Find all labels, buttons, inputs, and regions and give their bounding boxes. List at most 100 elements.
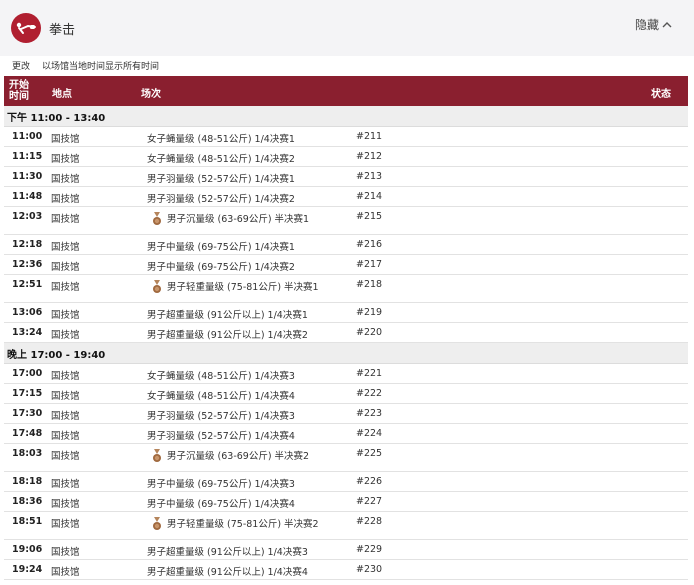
table-row[interactable]: 11:00 国技馆 女子蝇量级 (48-51公斤) 1/4决赛1 #211	[4, 127, 688, 147]
venue: 国技馆	[51, 282, 80, 293]
sport-header: 拳击 隐藏	[0, 0, 694, 56]
event-name: 女子蝇量级 (48-51公斤) 1/4决赛1	[147, 134, 295, 145]
venue: 国技馆	[51, 310, 80, 321]
venue: 国技馆	[51, 242, 80, 253]
table-row[interactable]: 11:30 国技馆 男子羽量级 (52-57公斤) 1/4决赛1 #213	[4, 167, 688, 187]
start-time: 19:24	[12, 564, 43, 575]
chevron-up-icon	[662, 22, 672, 28]
event-number: #228	[356, 516, 383, 527]
start-time: 17:00	[12, 368, 43, 379]
event-number: #230	[356, 564, 383, 575]
table-row[interactable]: 12:18 国技馆 男子中量级 (69-75公斤) 1/4决赛1 #216	[4, 235, 688, 255]
table-row[interactable]: 19:24 国技馆 男子超重量级 (91公斤以上) 1/4决赛4 #230	[4, 560, 688, 580]
start-time: 17:30	[12, 408, 43, 419]
event-name: 男子羽量级 (52-57公斤) 1/4决赛2	[147, 194, 295, 205]
event-cell: 男子羽量级 (52-57公斤) 1/4决赛4	[147, 428, 295, 442]
medal-icon	[152, 280, 162, 294]
boxing-pictogram-icon	[11, 13, 41, 43]
change-link[interactable]: 更改	[12, 59, 30, 72]
venue: 国技馆	[51, 499, 80, 510]
start-time: 17:48	[12, 428, 43, 439]
event-cell: 女子蝇量级 (48-51公斤) 1/4决赛3	[147, 368, 295, 382]
event-name: 女子蝇量级 (48-51公斤) 1/4决赛4	[147, 391, 295, 402]
column-venue: 地点	[52, 89, 72, 100]
start-time: 12:18	[12, 239, 43, 250]
table-row[interactable]: 18:18 国技馆 男子中量级 (69-75公斤) 1/4决赛3 #226	[4, 472, 688, 492]
start-time: 19:06	[12, 544, 43, 555]
event-number: #223	[356, 408, 383, 419]
event-cell: 男子轻重量级 (75-81公斤) 半决赛2	[152, 516, 319, 531]
table-row[interactable]: 18:36 国技馆 男子中量级 (69-75公斤) 1/4决赛4 #227	[4, 492, 688, 512]
table-row[interactable]: 19:06 国技馆 男子超重量级 (91公斤以上) 1/4决赛3 #229	[4, 540, 688, 560]
event-cell: 女子蝇量级 (48-51公斤) 1/4决赛2	[147, 151, 295, 165]
table-row[interactable]: 11:48 国技馆 男子羽量级 (52-57公斤) 1/4决赛2 #214	[4, 187, 688, 207]
event-name: 男子羽量级 (52-57公斤) 1/4决赛3	[147, 411, 295, 422]
event-cell: 男子超重量级 (91公斤以上) 1/4决赛4	[147, 564, 308, 578]
event-cell: 男子羽量级 (52-57公斤) 1/4决赛2	[147, 191, 295, 205]
venue: 国技馆	[51, 154, 80, 165]
event-number: #221	[356, 368, 383, 379]
event-number: #220	[356, 327, 383, 338]
session-header: 晚上 17:00 - 19:40	[4, 343, 688, 364]
venue: 国技馆	[51, 194, 80, 205]
start-time: 12:03	[12, 211, 43, 222]
start-time: 18:36	[12, 496, 43, 507]
event-name: 男子超重量级 (91公斤以上) 1/4决赛2	[147, 330, 308, 341]
event-cell: 男子超重量级 (91公斤以上) 1/4决赛3	[147, 544, 308, 558]
table-row[interactable]: 12:36 国技馆 男子中量级 (69-75公斤) 1/4决赛2 #217	[4, 255, 688, 275]
start-time: 18:51	[12, 516, 43, 527]
event-number: #218	[356, 279, 383, 290]
table-row[interactable]: 17:15 国技馆 女子蝇量级 (48-51公斤) 1/4决赛4 #222	[4, 384, 688, 404]
event-number: #211	[356, 131, 383, 142]
event-name: 男子轻重量级 (75-81公斤) 半决赛2	[167, 519, 319, 530]
event-number: #217	[356, 259, 383, 270]
table-row[interactable]: 17:00 国技馆 女子蝇量级 (48-51公斤) 1/4决赛3 #221	[4, 364, 688, 384]
event-number: #213	[356, 171, 383, 182]
table-row[interactable]: 12:03 国技馆 男子沉量级 (63-69公斤) 半决赛1 #215	[4, 207, 688, 235]
event-cell: 男子羽量级 (52-57公斤) 1/4决赛3	[147, 408, 295, 422]
event-name: 男子中量级 (69-75公斤) 1/4决赛3	[147, 479, 295, 490]
start-time: 12:51	[12, 279, 43, 290]
table-row[interactable]: 12:51 国技馆 男子轻重量级 (75-81公斤) 半决赛1 #218	[4, 275, 688, 303]
event-name: 女子蝇量级 (48-51公斤) 1/4决赛2	[147, 154, 295, 165]
event-number: #226	[356, 476, 383, 487]
table-row[interactable]: 18:51 国技馆 男子轻重量级 (75-81公斤) 半决赛2 #228	[4, 512, 688, 540]
venue: 国技馆	[51, 174, 80, 185]
medal-icon	[152, 517, 162, 531]
column-event: 场次	[141, 89, 161, 100]
table-row[interactable]: 11:15 国技馆 女子蝇量级 (48-51公斤) 1/4决赛2 #212	[4, 147, 688, 167]
start-time: 13:24	[12, 327, 43, 338]
event-number: #229	[356, 544, 383, 555]
event-name: 男子沉量级 (63-69公斤) 半决赛2	[167, 451, 310, 462]
venue: 国技馆	[51, 451, 80, 462]
table-row[interactable]: 18:03 国技馆 男子沉量级 (63-69公斤) 半决赛2 #225	[4, 444, 688, 472]
event-name: 男子超重量级 (91公斤以上) 1/4决赛4	[147, 567, 308, 578]
event-cell: 男子中量级 (69-75公斤) 1/4决赛2	[147, 259, 295, 273]
start-time: 11:15	[12, 151, 43, 162]
event-name: 男子中量级 (69-75公斤) 1/4决赛4	[147, 499, 295, 510]
event-name: 男子超重量级 (91公斤以上) 1/4决赛3	[147, 547, 308, 558]
event-cell: 男子沉量级 (63-69公斤) 半决赛1	[152, 211, 309, 226]
venue: 国技馆	[51, 330, 80, 341]
event-number: #212	[356, 151, 383, 162]
column-status: 状态	[651, 89, 671, 100]
time-options-bar: 更改 以场馆当地时间显示所有时间	[0, 56, 694, 74]
start-time: 11:00	[12, 131, 43, 142]
event-number: #216	[356, 239, 383, 250]
table-row[interactable]: 17:48 国技馆 男子羽量级 (52-57公斤) 1/4决赛4 #224	[4, 424, 688, 444]
venue: 国技馆	[51, 411, 80, 422]
start-time: 12:36	[12, 259, 43, 270]
event-cell: 男子超重量级 (91公斤以上) 1/4决赛1	[147, 307, 308, 321]
start-time: 13:06	[12, 307, 43, 318]
event-cell: 男子中量级 (69-75公斤) 1/4决赛1	[147, 239, 295, 253]
table-row[interactable]: 17:30 国技馆 男子羽量级 (52-57公斤) 1/4决赛3 #223	[4, 404, 688, 424]
event-cell: 男子中量级 (69-75公斤) 1/4决赛3	[147, 476, 295, 490]
table-row[interactable]: 13:24 国技馆 男子超重量级 (91公斤以上) 1/4决赛2 #220	[4, 323, 688, 343]
venue: 国技馆	[51, 391, 80, 402]
hide-label: 隐藏	[634, 18, 659, 32]
table-row[interactable]: 13:06 国技馆 男子超重量级 (91公斤以上) 1/4决赛1 #219	[4, 303, 688, 323]
local-time-option[interactable]: 以场馆当地时间显示所有时间	[42, 59, 159, 72]
hide-toggle[interactable]: 隐藏	[635, 16, 672, 33]
event-name: 男子沉量级 (63-69公斤) 半决赛1	[167, 214, 310, 225]
event-cell: 女子蝇量级 (48-51公斤) 1/4决赛1	[147, 131, 295, 145]
